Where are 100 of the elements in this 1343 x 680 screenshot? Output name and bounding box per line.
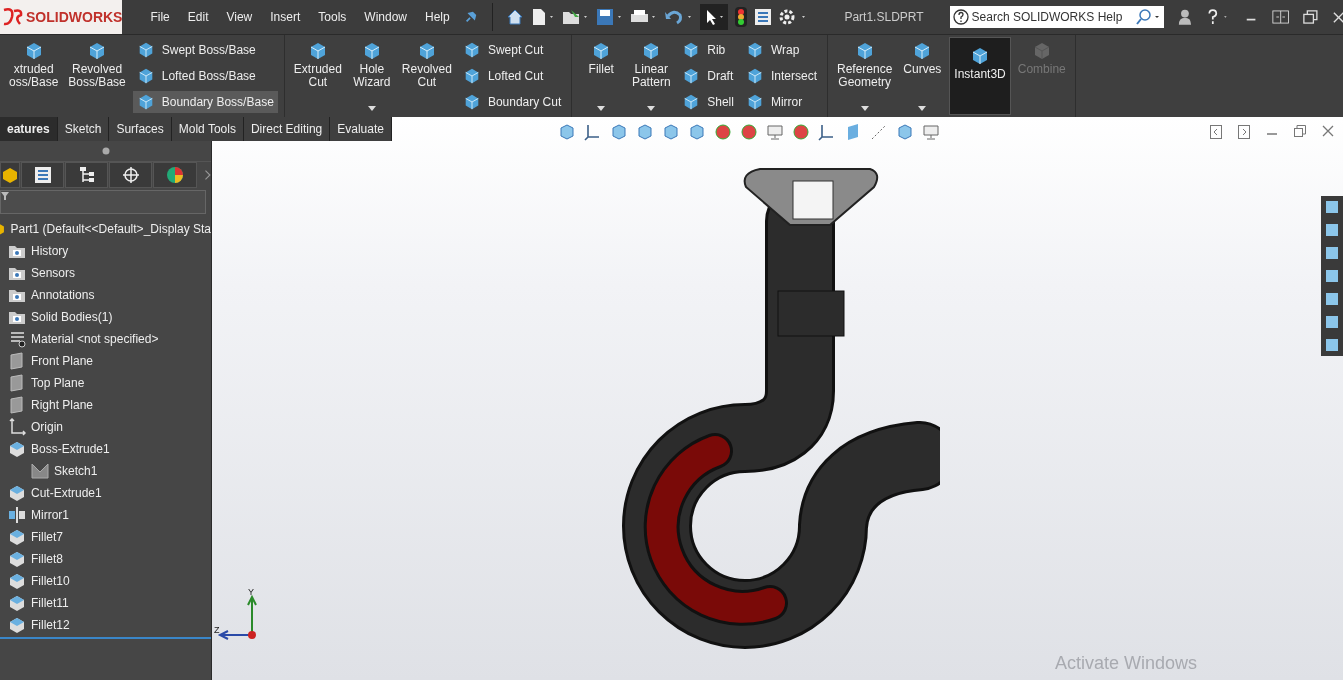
ribbon-tab[interactable]: Surfaces	[109, 117, 172, 141]
pin-icon[interactable]	[463, 9, 478, 25]
ribbon-tool-button[interactable]: Boundary Boss/Base	[132, 91, 278, 113]
ribbon-tool-button[interactable]: Hole Wizard	[348, 37, 395, 115]
tree-item[interactable]: Fillet12	[31, 618, 70, 632]
ribbon-tool-button[interactable]: Intersect	[741, 65, 821, 87]
cube-icon	[8, 550, 26, 568]
cube-icon[interactable]	[687, 123, 706, 141]
property-manager-tab[interactable]	[21, 162, 65, 188]
panel-left-icon[interactable]	[1210, 125, 1222, 139]
cube-icon[interactable]	[557, 123, 576, 141]
tree-item[interactable]: Sensors	[31, 266, 76, 280]
menu-item[interactable]: Tools	[318, 10, 347, 24]
ribbon-tool-button[interactable]: Draft	[678, 65, 738, 87]
tree-item[interactable]: Cut-Extrude1	[31, 486, 102, 500]
search-icon	[1134, 9, 1161, 25]
cube-icon	[8, 484, 26, 502]
ribbon-tab[interactable]: Direct Editing	[243, 117, 331, 141]
menu-item[interactable]: Insert	[270, 10, 301, 24]
tree-item[interactable]: Top Plane	[31, 376, 85, 390]
close-icon[interactable]	[1322, 125, 1334, 137]
cube-icon	[8, 616, 26, 634]
ribbon-tab[interactable]: Sketch	[57, 117, 110, 141]
cube-icon	[8, 572, 26, 590]
ribbon-tool-button[interactable]: xtruded oss/Base	[6, 37, 62, 115]
list-icon[interactable]	[754, 8, 773, 26]
configuration-manager-tab[interactable]	[65, 162, 109, 188]
list-icon	[33, 166, 52, 184]
tree-item[interactable]: Fillet10	[31, 574, 70, 588]
axes-icon[interactable]	[583, 123, 602, 141]
select-button[interactable]	[700, 4, 729, 30]
cube-icon[interactable]	[609, 123, 628, 141]
ribbon-tool-button[interactable]: Revolved Boss/Base	[65, 37, 129, 115]
ribbon-tab[interactable]: Mold Tools	[171, 117, 244, 141]
ribbon-tool-button[interactable]: Instant3D	[949, 37, 1011, 115]
ribbon-tool-button[interactable]: Fillet	[578, 37, 625, 115]
sphere-icon[interactable]	[739, 123, 758, 141]
menu-item[interactable]: File	[150, 10, 170, 24]
grip-icon[interactable]	[101, 147, 110, 155]
home-icon[interactable]	[506, 8, 525, 26]
tree-item[interactable]: Origin	[31, 420, 63, 434]
traffic-light-icon[interactable]	[734, 7, 749, 27]
ribbon-tool-button[interactable]: Reference Geometry	[834, 37, 896, 115]
restore-icon[interactable]	[1302, 9, 1319, 25]
cube-icon	[8, 440, 26, 458]
ribbon-tool-button[interactable]: Wrap	[741, 39, 821, 61]
tree-item[interactable]: Boss-Extrude1	[31, 442, 110, 456]
sphere-icon[interactable]	[791, 123, 810, 141]
ribbon-tool-button[interactable]: Revolved Cut	[398, 37, 455, 115]
ribbon-tab[interactable]: eatures	[0, 117, 58, 141]
tree-item[interactable]: Annotations	[31, 288, 95, 302]
tree-item[interactable]: Fillet7	[31, 530, 63, 544]
tree-item[interactable]: Material <not specified>	[31, 332, 159, 346]
cube-icon[interactable]	[895, 123, 914, 141]
tree-item[interactable]: Fillet8	[31, 552, 63, 566]
tile-windows-icon[interactable]	[1271, 9, 1289, 25]
ribbon-tool-button[interactable]: Rib	[678, 39, 738, 61]
menu-item[interactable]: View	[226, 10, 253, 24]
tree-item[interactable]: Right Plane	[31, 398, 94, 412]
activation-notice: Activate Windows	[1055, 653, 1198, 674]
ribbon-tool-button[interactable]: Swept Boss/Base	[132, 39, 278, 61]
ribbon-tab[interactable]: Evaluate	[330, 117, 392, 141]
ribbon-tool-button[interactable]: Swept Cut	[458, 39, 566, 61]
ribbon-tool-button[interactable]: Boundary Cut	[458, 91, 566, 113]
cube-icon[interactable]	[661, 123, 680, 141]
display-manager-tab[interactable]	[153, 162, 197, 188]
ribbon-tool-button[interactable]: Mirror	[741, 91, 821, 113]
ribbon-tool-button[interactable]: Lofted Boss/Base	[132, 65, 278, 87]
axis-label: Y	[248, 587, 254, 597]
ribbon-tool-button[interactable]: Shell	[678, 91, 738, 113]
restore-icon[interactable]	[1294, 125, 1306, 137]
menu-item[interactable]: Help	[425, 10, 450, 24]
dimxpert-tab[interactable]	[109, 162, 153, 188]
menu-item[interactable]: Window	[364, 10, 407, 24]
tree-item[interactable]: Solid Bodies(1)	[31, 310, 113, 324]
user-icon[interactable]	[1177, 7, 1192, 27]
cube-icon[interactable]	[635, 123, 654, 141]
tree-item[interactable]: History	[31, 244, 69, 258]
search-box[interactable]: Search SOLIDWORKS Help	[949, 6, 1164, 28]
ribbon-tool-button[interactable]: Lofted Cut	[458, 65, 566, 87]
caret-icon	[597, 106, 606, 111]
tree-item[interactable]: Fillet11	[31, 596, 69, 610]
menu-item[interactable]: Edit	[187, 10, 209, 24]
mirror-icon	[8, 506, 26, 524]
axes-icon[interactable]	[817, 123, 836, 141]
cube-icon	[8, 528, 26, 546]
ribbon-tool-button[interactable]: Curves	[899, 37, 946, 115]
sphere-icon[interactable]	[713, 123, 732, 141]
color-ball-icon	[166, 166, 185, 184]
filter-field[interactable]	[0, 190, 206, 214]
tree-item[interactable]: Part1 (Default<<Default>_Display Sta	[10, 222, 211, 236]
tree-item[interactable]: Mirror1	[31, 508, 69, 522]
tree-item[interactable]: Sketch1	[54, 464, 98, 478]
panel-right-icon[interactable]	[1238, 125, 1250, 139]
cube-icon	[8, 594, 26, 612]
feature-manager-tab[interactable]	[0, 162, 20, 188]
chevron-right-icon[interactable]	[203, 168, 211, 182]
tree-item[interactable]: Front Plane	[31, 354, 94, 368]
ribbon-tool-button[interactable]: Linear Pattern	[628, 37, 675, 115]
ribbon-tool-button[interactable]: Extruded Cut	[290, 37, 345, 115]
